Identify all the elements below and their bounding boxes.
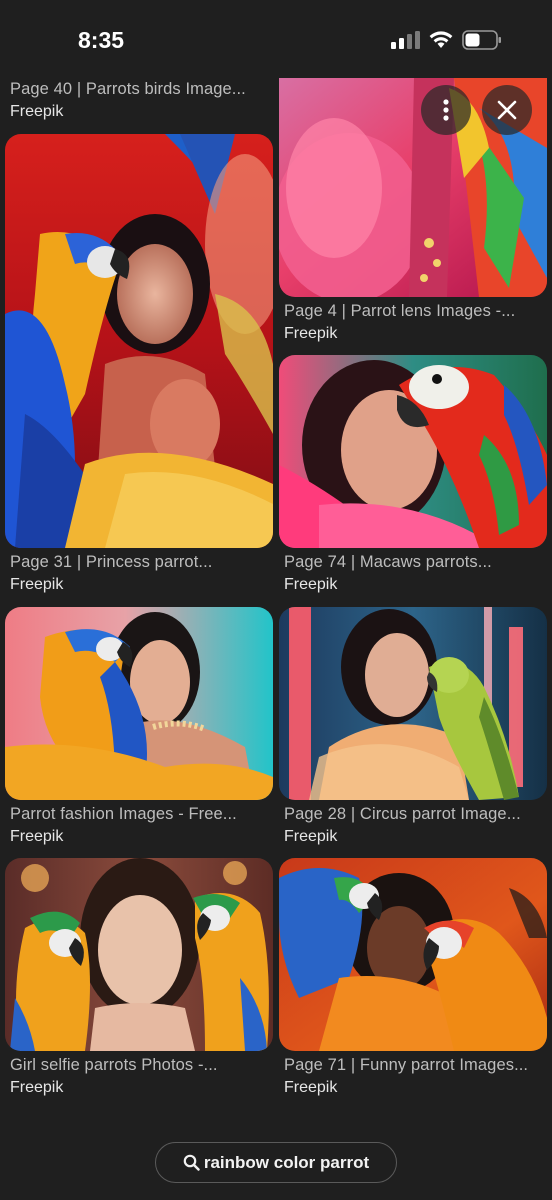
result-image[interactable] bbox=[279, 858, 547, 1051]
status-time: 8:35 bbox=[78, 27, 125, 53]
result-image[interactable] bbox=[5, 607, 273, 800]
result-caption[interactable]: Page 74 | Macaws parrots... bbox=[284, 553, 546, 572]
result-source: Freepik bbox=[284, 325, 338, 342]
result-image[interactable] bbox=[279, 355, 547, 548]
more-options-button[interactable] bbox=[421, 85, 471, 135]
result-source: Freepik bbox=[10, 576, 64, 593]
result-image[interactable] bbox=[5, 858, 273, 1051]
related-search-chip[interactable]: rainbow color parrot bbox=[155, 1142, 397, 1183]
result-caption[interactable]: Page 40 | Parrots birds Image... bbox=[10, 80, 272, 99]
result-image[interactable] bbox=[279, 607, 547, 800]
cellular-signal-icon bbox=[391, 31, 420, 49]
more-vert-icon bbox=[443, 99, 449, 121]
result-source: Freepik bbox=[284, 828, 338, 845]
result-caption[interactable]: Girl selfie parrots Photos -... bbox=[10, 1056, 272, 1075]
result-caption[interactable]: Page 71 | Funny parrot Images... bbox=[284, 1056, 546, 1075]
result-source: Freepik bbox=[10, 103, 64, 120]
result-image[interactable] bbox=[5, 134, 273, 548]
wifi-icon bbox=[429, 31, 453, 48]
result-caption[interactable]: Parrot fashion Images - Free... bbox=[10, 805, 272, 824]
result-source: Freepik bbox=[284, 1079, 338, 1096]
status-bar: 8:35 bbox=[0, 0, 552, 78]
result-caption[interactable]: Page 28 | Circus parrot Image... bbox=[284, 805, 546, 824]
result-caption[interactable]: Page 31 | Princess parrot... bbox=[10, 553, 272, 572]
result-source: Freepik bbox=[10, 828, 64, 845]
search-icon bbox=[183, 1154, 200, 1171]
battery-icon bbox=[462, 30, 501, 50]
close-icon bbox=[497, 100, 517, 120]
related-search-label: rainbow color parrot bbox=[203, 1152, 370, 1172]
result-source: Freepik bbox=[284, 576, 338, 593]
result-source: Freepik bbox=[10, 1079, 64, 1096]
close-button[interactable] bbox=[482, 85, 532, 135]
result-caption[interactable]: Page 4 | Parrot lens Images -... bbox=[284, 302, 546, 321]
